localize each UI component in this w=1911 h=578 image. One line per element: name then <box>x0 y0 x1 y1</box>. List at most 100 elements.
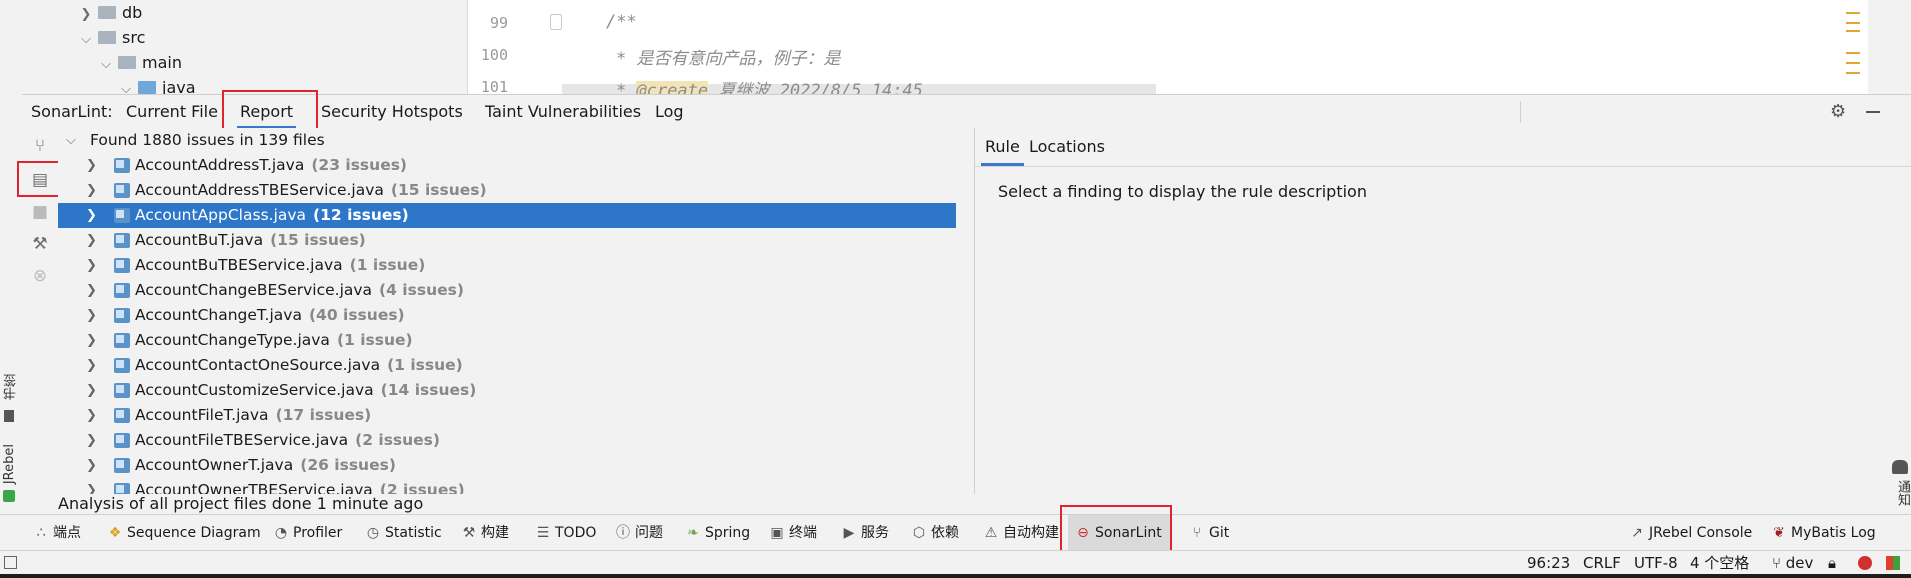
tab-security-hotspots[interactable]: Security Hotspots <box>318 95 466 129</box>
tw-services[interactable]: ▶ 服务 <box>842 515 889 551</box>
tab-locations[interactable]: Locations <box>1025 128 1109 166</box>
file-row[interactable]: ❯ AccountChangeType.java (1 issue) <box>58 328 956 353</box>
stripe-mark[interactable] <box>1846 12 1860 14</box>
clear-icon[interactable]: ⊗ <box>30 266 50 286</box>
chevron-right-icon[interactable]: ❯ <box>86 378 97 403</box>
file-row[interactable]: ❯ AccountBuTBEService.java (1 issue) <box>58 253 956 278</box>
stop-icon[interactable]: ■ <box>30 202 50 222</box>
file-encoding[interactable]: UTF-8 <box>1634 551 1678 575</box>
file-row[interactable]: ❯ AccountFileT.java (17 issues) <box>58 403 956 428</box>
indent-setting[interactable]: 4 个空格 <box>1690 551 1749 575</box>
tree-node-src[interactable]: ⌵ src <box>78 25 145 50</box>
analyze-project-icon[interactable]: ▤ <box>30 170 50 190</box>
file-row[interactable]: ❯ AccountFileTBEService.java (2 issues) <box>58 428 956 453</box>
jrebel-icon[interactable] <box>3 490 15 502</box>
chevron-down-icon[interactable]: ⌵ <box>78 27 94 52</box>
tree-node-main[interactable]: ⌵ main <box>98 50 182 75</box>
line-separator[interactable]: CRLF <box>1583 551 1621 575</box>
caret-position[interactable]: 96:23 <box>1527 551 1570 575</box>
tw-mybatis-log[interactable]: ❦ MyBatis Log <box>1772 515 1876 551</box>
error-icon[interactable] <box>1858 556 1872 570</box>
issues-tree[interactable]: ⌵ Found 1880 issues in 139 files ❯ Accoun… <box>58 128 975 494</box>
chevron-right-icon[interactable]: ❯ <box>86 403 97 428</box>
chevron-right-icon[interactable]: ❯ <box>86 328 97 353</box>
file-row[interactable]: ❯ AccountOwnerTBEService.java (2 issues) <box>58 478 956 494</box>
tab-current-file[interactable]: Current File <box>123 95 221 129</box>
tw-endpoints[interactable]: ∴ 端点 <box>34 515 81 551</box>
stripe-mark[interactable] <box>1846 72 1860 74</box>
file-row[interactable]: ❯ AccountCustomizeService.java (14 issues) <box>58 378 956 403</box>
stripe-mark[interactable] <box>1846 52 1860 54</box>
git-branch[interactable]: ⑂ dev <box>1772 551 1813 575</box>
tw-build[interactable]: ⚒ 构建 <box>462 515 509 551</box>
bookmark-icon[interactable] <box>4 410 14 422</box>
gear-icon[interactable]: ⚙ <box>1830 101 1846 122</box>
bell-icon[interactable] <box>1892 460 1908 474</box>
tw-spring[interactable]: ❧ Spring <box>686 515 750 551</box>
file-row[interactable]: ❯ AccountContactOneSource.java (1 issue) <box>58 353 956 378</box>
chevron-right-icon[interactable]: ❯ <box>86 178 97 203</box>
file-label: AccountAddressTBEService.java (15 issues) <box>135 178 487 203</box>
tw-problems[interactable]: ⓘ 问题 <box>616 515 663 551</box>
chevron-right-icon[interactable]: ❯ <box>86 153 97 178</box>
chevron-right-icon[interactable]: ❯ <box>86 278 97 303</box>
notifications-label[interactable]: 通知 <box>1893 480 1911 506</box>
stripe-mark[interactable] <box>1846 62 1860 64</box>
stripe-mark[interactable] <box>1846 30 1860 32</box>
chevron-right-icon[interactable]: ❯ <box>78 2 94 27</box>
jrebel-label[interactable]: JRebel <box>2 444 17 484</box>
toggle-panels-icon[interactable] <box>4 556 17 569</box>
tw-dependencies[interactable]: ⬡ 依赖 <box>912 515 959 551</box>
chevron-right-icon[interactable]: ❯ <box>86 253 97 278</box>
file-row[interactable]: ❯ AccountChangeBEService.java (4 issues) <box>58 278 956 303</box>
tw-auto-build[interactable]: ⚠ 自动构建 <box>984 515 1059 551</box>
java-file-icon <box>114 258 130 273</box>
file-row[interactable]: ❯ AccountBuT.java (15 issues) <box>58 228 956 253</box>
tw-terminal[interactable]: ▣ 终端 <box>770 515 817 551</box>
file-row[interactable]: ❯ AccountOwnerT.java (26 issues) <box>58 453 956 478</box>
file-row[interactable]: ❯ AccountAddressT.java (23 issues) <box>58 153 956 178</box>
chevron-down-icon[interactable]: ⌵ <box>98 52 114 77</box>
tw-jrebel-console[interactable]: ↗ JRebel Console <box>1630 515 1752 551</box>
chevron-down-icon[interactable]: ⌵ <box>118 77 134 94</box>
chevron-right-icon[interactable]: ❯ <box>86 353 97 378</box>
tab-log[interactable]: Log <box>652 95 687 129</box>
file-row[interactable]: ❯ AccountAppClass.java (12 issues) <box>58 203 956 228</box>
settings-tools-icon[interactable]: ⚒ <box>30 234 50 254</box>
tw-sequence-diagram[interactable]: ❖ Sequence Diagram <box>108 515 261 551</box>
chevron-right-icon[interactable]: ❯ <box>86 228 97 253</box>
file-label: AccountChangeBEService.java (4 issues) <box>135 278 464 303</box>
branch-icon[interactable]: ⑂ <box>30 136 50 156</box>
file-row[interactable]: ❯ AccountChangeT.java (40 issues) <box>58 303 956 328</box>
chevron-right-icon[interactable]: ❯ <box>86 478 97 494</box>
tw-statistic[interactable]: ◷ Statistic <box>366 515 442 551</box>
code-editor[interactable]: 99 100 101 /** * 是否有意向产品，例子：是 * @create … <box>468 0 1868 94</box>
chevron-right-icon[interactable]: ❯ <box>86 453 97 478</box>
fold-icon[interactable] <box>550 14 562 30</box>
stripe-mark[interactable] <box>1846 22 1860 24</box>
lock-icon[interactable]: 🔒︎ <box>1828 551 1836 575</box>
minimize-icon[interactable] <box>1866 111 1880 113</box>
tw-todo[interactable]: ☰ TODO <box>536 515 597 551</box>
tab-rule[interactable]: Rule <box>981 128 1024 166</box>
file-row[interactable]: ❯ AccountAddressTBEService.java (15 issues… <box>58 178 956 203</box>
tree-root[interactable]: ⌵ Found 1880 issues in 139 files <box>58 128 956 153</box>
chevron-down-icon[interactable]: ⌵ <box>66 128 76 153</box>
tab-taint-vulnerabilities[interactable]: Taint Vulnerabilities <box>482 95 644 129</box>
bookmarks-label[interactable]: 书签 <box>2 374 21 400</box>
chevron-right-icon[interactable]: ❯ <box>86 203 97 228</box>
chevron-right-icon[interactable]: ❯ <box>86 428 97 453</box>
file-label: AccountChangeType.java (1 issue) <box>135 328 413 353</box>
windows-icon[interactable] <box>1886 556 1900 570</box>
tab-report[interactable]: Report <box>237 95 297 129</box>
tw-profiler[interactable]: ◔ Profiler <box>274 515 342 551</box>
java-file-icon <box>114 283 130 298</box>
chevron-right-icon[interactable]: ❯ <box>86 303 97 328</box>
tree-node-java[interactable]: ⌵ java <box>118 75 196 94</box>
code-line: * 是否有意向产品，例子：是 <box>616 49 841 69</box>
tw-git[interactable]: ⑂ Git <box>1190 515 1229 551</box>
line-number: 99 <box>489 14 508 32</box>
error-stripe[interactable] <box>1828 0 1868 94</box>
tw-sonarlint[interactable]: ⊖ SonarLint <box>1068 515 1170 551</box>
tree-node-db[interactable]: ❯ db <box>78 0 143 27</box>
